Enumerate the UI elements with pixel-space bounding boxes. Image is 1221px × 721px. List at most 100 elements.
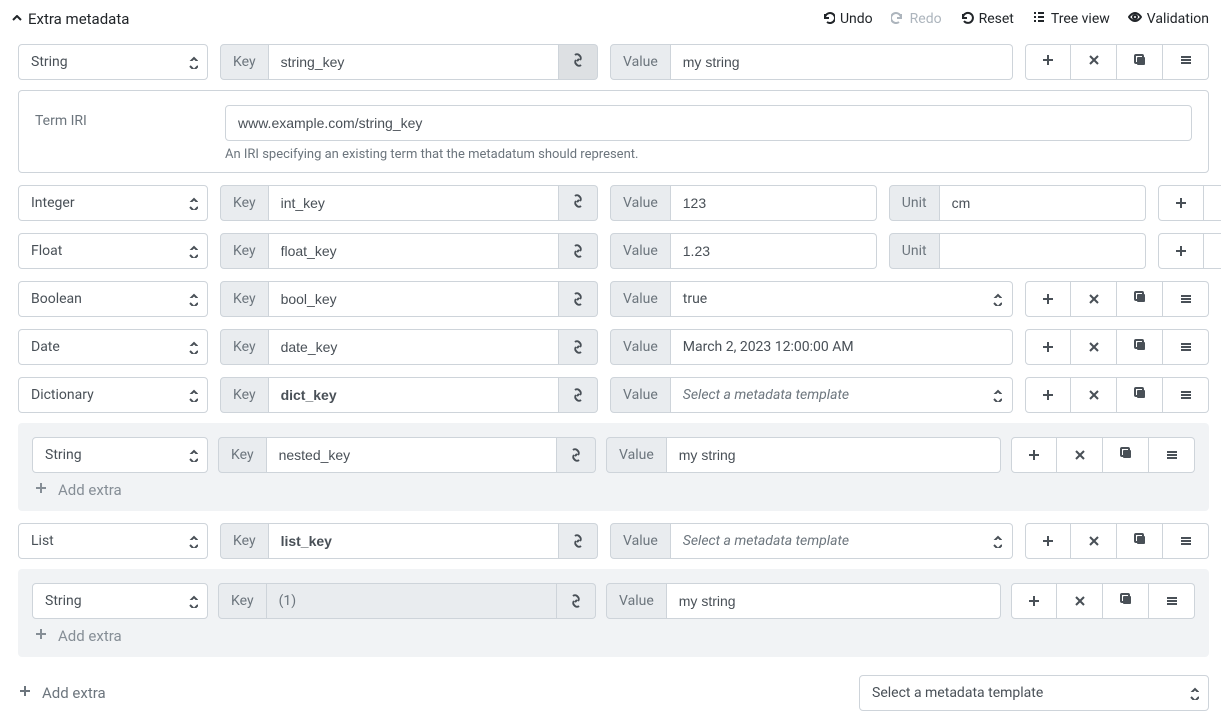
add-extra-root-button[interactable]: Add extra [18,684,106,702]
type-select[interactable]: String [32,583,208,619]
value-input[interactable] [671,185,877,221]
copy-button[interactable] [1117,329,1163,365]
copy-button[interactable] [1103,437,1149,473]
add-button[interactable] [1025,44,1071,80]
menu-button[interactable] [1163,281,1209,317]
link-toggle[interactable] [559,329,598,365]
link-toggle[interactable] [557,437,596,473]
add-button[interactable] [1011,437,1057,473]
menu-button[interactable] [1163,329,1209,365]
key-input[interactable] [269,233,559,269]
reset-button[interactable]: Reset [960,10,1014,28]
add-button[interactable] [1011,583,1057,619]
copy-button[interactable] [1117,523,1163,559]
value-input[interactable] [667,437,1001,473]
remove-button[interactable] [1071,329,1117,365]
key-input[interactable] [269,185,559,221]
menu-button[interactable] [1149,583,1195,619]
key-input[interactable] [269,281,559,317]
remove-button[interactable] [1204,233,1221,269]
date-input[interactable]: March 2, 2023 12:00:00 AM [671,329,1013,365]
undo-button[interactable]: Undo [821,10,873,28]
value-input[interactable] [671,233,877,269]
link-toggle[interactable] [559,523,598,559]
copy-button[interactable] [1103,583,1149,619]
link-toggle[interactable] [559,185,598,221]
remove-button[interactable] [1071,44,1117,80]
add-extra-label: Add extra [58,627,122,645]
eye-icon [1128,10,1142,28]
type-select[interactable]: Integer [18,185,208,221]
link-toggle[interactable] [559,233,598,269]
link-toggle[interactable] [559,44,598,80]
value-input[interactable] [667,583,1001,619]
validation-label: Validation [1147,11,1209,27]
type-select[interactable]: String [18,44,208,80]
add-extra-button[interactable]: Add extra [32,473,1195,501]
section-title: Extra metadata [28,10,129,28]
link-toggle[interactable] [559,377,598,413]
key-input[interactable] [269,44,559,80]
copy-button[interactable] [1117,44,1163,80]
template-placeholder: Select a metadata template [683,533,849,549]
value-input[interactable] [671,44,1013,80]
add-extra-button[interactable]: Add extra [32,619,1195,647]
link-icon [571,53,585,71]
remove-button[interactable] [1071,523,1117,559]
key-input[interactable] [269,377,559,413]
value-label: Value [610,523,671,559]
add-button[interactable] [1025,377,1071,413]
type-value: Dictionary [18,377,208,413]
copy-button[interactable] [1117,281,1163,317]
unit-input[interactable] [940,185,1146,221]
unit-input[interactable] [940,233,1146,269]
type-select[interactable]: Boolean [18,281,208,317]
key-input[interactable] [269,523,559,559]
metadata-row-nested-string: String Key Value [32,437,1195,473]
add-button[interactable] [1025,523,1071,559]
section-header[interactable]: Extra metadata [12,10,129,28]
type-value: List [18,523,208,559]
key-input[interactable] [267,437,557,473]
link-toggle[interactable] [557,583,596,619]
type-select[interactable]: Date [18,329,208,365]
term-iri-input[interactable] [225,105,1192,141]
type-select[interactable]: Dictionary [18,377,208,413]
key-label: Key [218,437,267,473]
key-input[interactable] [269,329,559,365]
remove-button[interactable] [1204,185,1221,221]
menu-button[interactable] [1163,523,1209,559]
menu-button[interactable] [1163,377,1209,413]
add-button[interactable] [1025,329,1071,365]
x-icon [1087,53,1101,71]
template-select[interactable]: Select a metadata template [671,377,1013,413]
type-select[interactable]: Float [18,233,208,269]
add-button[interactable] [1158,233,1204,269]
footer-template-select[interactable]: Select a metadata template [859,675,1209,711]
copy-button[interactable] [1117,377,1163,413]
tree-view-button[interactable]: Tree view [1032,10,1110,28]
menu-button[interactable] [1149,437,1195,473]
undo-icon [821,10,835,28]
metadata-row-list: List Key Value Select a metadata templat… [18,523,1209,559]
key-label: Key [220,377,269,413]
menu-button[interactable] [1163,44,1209,80]
key-readonly: (1) [267,583,557,619]
remove-button[interactable] [1071,281,1117,317]
type-select[interactable]: List [18,523,208,559]
key-label: Key [220,281,269,317]
validation-button[interactable]: Validation [1128,10,1209,28]
type-select[interactable]: String [32,437,208,473]
add-button[interactable] [1158,185,1204,221]
add-button[interactable] [1025,281,1071,317]
remove-button[interactable] [1071,377,1117,413]
remove-button[interactable] [1057,583,1103,619]
template-select[interactable]: Select a metadata template [671,523,1013,559]
copy-icon [1133,53,1147,71]
metadata-row-date: Date Key Value March 2, 2023 12:00:00 AM [18,329,1209,365]
value-select[interactable]: true [671,281,1013,317]
link-toggle[interactable] [559,281,598,317]
redo-button[interactable]: Redo [891,10,942,28]
remove-button[interactable] [1057,437,1103,473]
reset-icon [960,10,974,28]
